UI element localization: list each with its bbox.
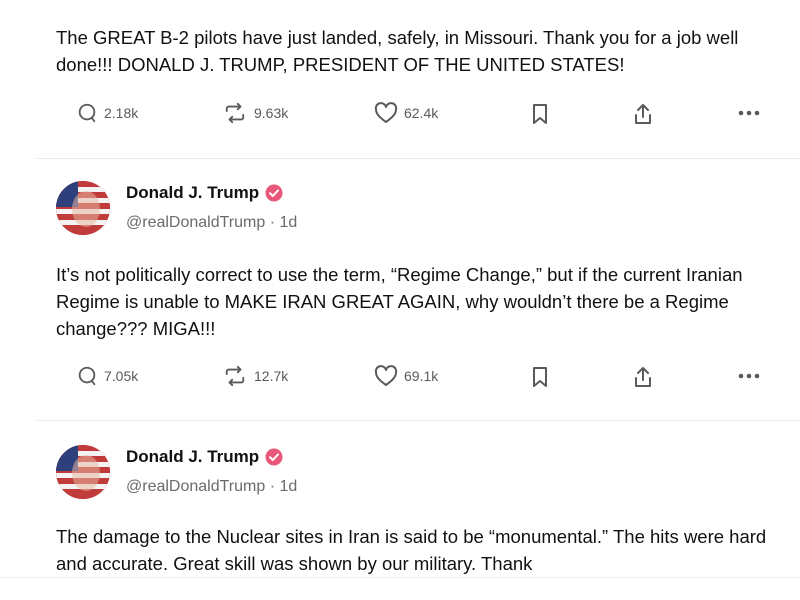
bookmark-icon — [530, 102, 550, 126]
post-2-action-bar: 7.05k 12.7k 69.1k — [56, 365, 780, 397]
author-handle[interactable]: @realDonaldTrump · 1d — [126, 478, 297, 496]
more-dots-icon — [736, 365, 762, 387]
repost-arrows-icon — [222, 365, 248, 387]
avatar[interactable] — [56, 181, 110, 235]
post-2: Donald J. Trump @realDonaldTrump · 1d It… — [36, 158, 800, 421]
repost-count: 12.7k — [254, 368, 289, 384]
reply-count: 2.18k — [104, 105, 139, 121]
share-button[interactable] — [632, 365, 654, 389]
post-3-author[interactable]: Donald J. Trump @realDonaldTrump · 1d — [56, 445, 656, 505]
like-count: 69.1k — [404, 368, 439, 384]
bottom-edge — [0, 577, 800, 600]
speech-bubble-icon — [76, 365, 98, 387]
heart-icon — [374, 102, 398, 124]
reply-button[interactable]: 7.05k — [76, 365, 138, 387]
avatar[interactable] — [56, 445, 110, 499]
post-1-text: The GREAT B-2 pilots have just landed, s… — [56, 27, 739, 75]
post-3: Donald J. Trump @realDonaldTrump · 1d Th… — [36, 420, 800, 600]
verified-badge-icon — [265, 448, 283, 466]
share-upload-icon — [632, 102, 654, 126]
share-button[interactable] — [632, 102, 654, 126]
reply-button[interactable]: 2.18k — [76, 102, 138, 124]
author-name[interactable]: Donald J. Trump — [126, 447, 259, 467]
like-button[interactable]: 62.4k — [374, 102, 438, 124]
speech-bubble-icon — [76, 102, 98, 124]
post-1-action-bar: 2.18k 9.63k 62.4k — [56, 102, 780, 134]
more-options-button[interactable] — [736, 365, 762, 387]
author-handle[interactable]: @realDonaldTrump · 1d — [126, 214, 297, 232]
post-feed: The GREAT B-2 pilots have just landed, s… — [36, 0, 800, 600]
post-2-author[interactable]: Donald J. Trump @realDonaldTrump · 1d — [56, 181, 656, 241]
repost-arrows-icon — [222, 102, 248, 124]
post-2-text: It’s not politically correct to use the … — [56, 264, 743, 339]
heart-icon — [374, 365, 398, 387]
share-upload-icon — [632, 365, 654, 389]
verified-badge-icon — [265, 184, 283, 202]
post-1: The GREAT B-2 pilots have just landed, s… — [36, 0, 800, 158]
repost-count: 9.63k — [254, 105, 289, 121]
like-button[interactable]: 69.1k — [374, 365, 438, 387]
repost-button[interactable]: 12.7k — [222, 365, 288, 387]
post-3-text: The damage to the Nuclear sites in Iran … — [56, 526, 767, 574]
like-count: 62.4k — [404, 105, 439, 121]
bookmark-icon — [530, 365, 550, 389]
author-name[interactable]: Donald J. Trump — [126, 183, 259, 203]
more-options-button[interactable] — [736, 102, 762, 124]
reply-count: 7.05k — [104, 368, 139, 384]
repost-button[interactable]: 9.63k — [222, 102, 288, 124]
more-dots-icon — [736, 102, 762, 124]
bookmark-button[interactable] — [530, 365, 550, 389]
bookmark-button[interactable] — [530, 102, 550, 126]
